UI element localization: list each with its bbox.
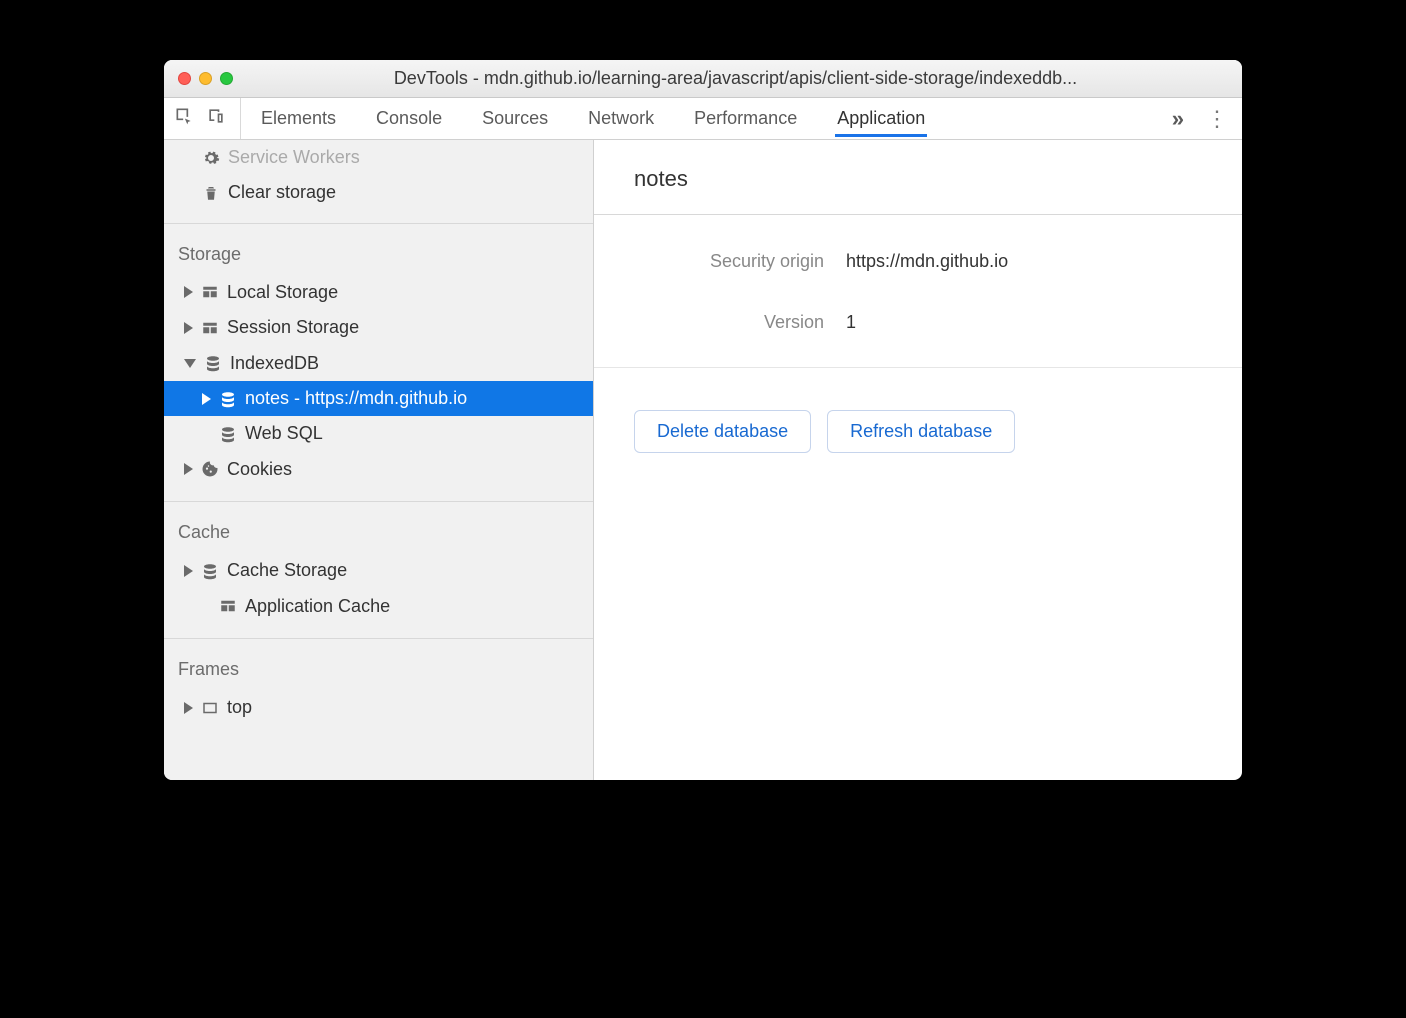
panel-tabs: Elements Console Sources Network Perform… <box>259 98 1162 139</box>
sidebar-item-label: Application Cache <box>245 595 583 618</box>
disclosure-triangle-icon[interactable] <box>184 322 193 334</box>
database-icon <box>219 425 237 443</box>
sidebar-item-indexeddb[interactable]: IndexedDB <box>164 346 593 381</box>
sidebar-item-label: top <box>227 696 583 719</box>
application-sidebar: Service Workers Clear storage Storage Lo… <box>164 140 594 780</box>
spacer <box>202 428 211 440</box>
sidebar-item-cache-storage[interactable]: Cache Storage <box>164 553 593 588</box>
close-window-button[interactable] <box>178 72 191 85</box>
sidebar-item-local-storage[interactable]: Local Storage <box>164 275 593 310</box>
section-title-frames: Frames <box>164 651 593 690</box>
sidebar-item-label: Cache Storage <box>227 559 583 582</box>
trash-icon <box>202 184 220 202</box>
zoom-window-button[interactable] <box>220 72 233 85</box>
frame-icon <box>201 699 219 717</box>
window-title: DevTools - mdn.github.io/learning-area/j… <box>243 68 1228 89</box>
table-icon <box>219 597 237 615</box>
tab-network[interactable]: Network <box>586 100 656 137</box>
refresh-database-button[interactable]: Refresh database <box>827 410 1015 453</box>
minimize-window-button[interactable] <box>199 72 212 85</box>
sidebar-item-notes-database[interactable]: notes - https://mdn.github.io <box>164 381 593 416</box>
sidebar-item-label: Service Workers <box>228 146 583 169</box>
tab-sources[interactable]: Sources <box>480 100 550 137</box>
tab-console[interactable]: Console <box>374 100 444 137</box>
sidebar-item-label: Web SQL <box>245 422 583 445</box>
sidebar-item-cookies[interactable]: Cookies <box>164 452 593 487</box>
spacer <box>202 600 211 612</box>
toolbar-icons <box>174 98 241 139</box>
database-title: notes <box>594 140 1242 215</box>
settings-menu-icon[interactable]: ⋮ <box>1202 106 1232 132</box>
sidebar-section-storage: Storage Local Storage Session Storage In… <box>164 224 593 502</box>
database-icon <box>219 390 237 408</box>
tab-performance[interactable]: Performance <box>692 100 799 137</box>
sidebar-section-frames: Frames top <box>164 639 593 739</box>
disclosure-triangle-icon[interactable] <box>184 463 193 475</box>
detail-label: Security origin <box>634 251 824 272</box>
disclosure-triangle-icon[interactable] <box>184 359 196 368</box>
cookie-icon <box>201 460 219 478</box>
section-title-storage: Storage <box>164 236 593 275</box>
sidebar-item-label: Cookies <box>227 458 583 481</box>
inspect-element-icon[interactable] <box>174 106 194 131</box>
table-icon <box>201 319 219 337</box>
traffic-lights <box>178 72 233 85</box>
sidebar-item-label: Local Storage <box>227 281 583 304</box>
tab-elements[interactable]: Elements <box>259 100 338 137</box>
section-title-cache: Cache <box>164 514 593 553</box>
sidebar-item-frame-top[interactable]: top <box>164 690 593 725</box>
disclosure-triangle-icon[interactable] <box>184 286 193 298</box>
sidebar-item-label: notes - https://mdn.github.io <box>245 387 583 410</box>
titlebar: DevTools - mdn.github.io/learning-area/j… <box>164 60 1242 98</box>
detail-label: Version <box>634 312 824 333</box>
database-actions: Delete database Refresh database <box>594 368 1242 495</box>
detail-security-origin: Security origin https://mdn.github.io <box>634 251 1202 272</box>
overflow-tabs-icon[interactable]: » <box>1172 106 1184 132</box>
delete-database-button[interactable]: Delete database <box>634 410 811 453</box>
sidebar-item-websql[interactable]: Web SQL <box>164 416 593 451</box>
sidebar-item-label: Clear storage <box>228 181 583 204</box>
sidebar-item-service-workers[interactable]: Service Workers <box>164 146 593 175</box>
sidebar-item-app-cache[interactable]: Application Cache <box>164 589 593 624</box>
database-details: Security origin https://mdn.github.io Ve… <box>594 215 1242 368</box>
detail-value: https://mdn.github.io <box>846 251 1008 272</box>
database-icon <box>201 562 219 580</box>
sidebar-section-application: Service Workers Clear storage <box>164 140 593 224</box>
main-pane: notes Security origin https://mdn.github… <box>594 140 1242 780</box>
sidebar-item-session-storage[interactable]: Session Storage <box>164 310 593 345</box>
database-icon <box>204 354 222 372</box>
device-toolbar-icon[interactable] <box>206 106 226 131</box>
panes: Service Workers Clear storage Storage Lo… <box>164 140 1242 780</box>
tabstrip: Elements Console Sources Network Perform… <box>164 98 1242 140</box>
sidebar-section-cache: Cache Cache Storage Application Cache <box>164 502 593 639</box>
disclosure-triangle-icon[interactable] <box>184 565 193 577</box>
sidebar-item-label: Session Storage <box>227 316 583 339</box>
tabstrip-right: » ⋮ <box>1162 98 1232 139</box>
disclosure-triangle-icon[interactable] <box>202 393 211 405</box>
sidebar-item-label: IndexedDB <box>230 352 583 375</box>
gear-icon <box>202 149 220 167</box>
disclosure-triangle-icon[interactable] <box>184 702 193 714</box>
tab-application[interactable]: Application <box>835 100 927 137</box>
table-icon <box>201 283 219 301</box>
sidebar-item-clear-storage[interactable]: Clear storage <box>164 175 593 210</box>
detail-value: 1 <box>846 312 856 333</box>
devtools-window: DevTools - mdn.github.io/learning-area/j… <box>164 60 1242 780</box>
detail-version: Version 1 <box>634 312 1202 333</box>
